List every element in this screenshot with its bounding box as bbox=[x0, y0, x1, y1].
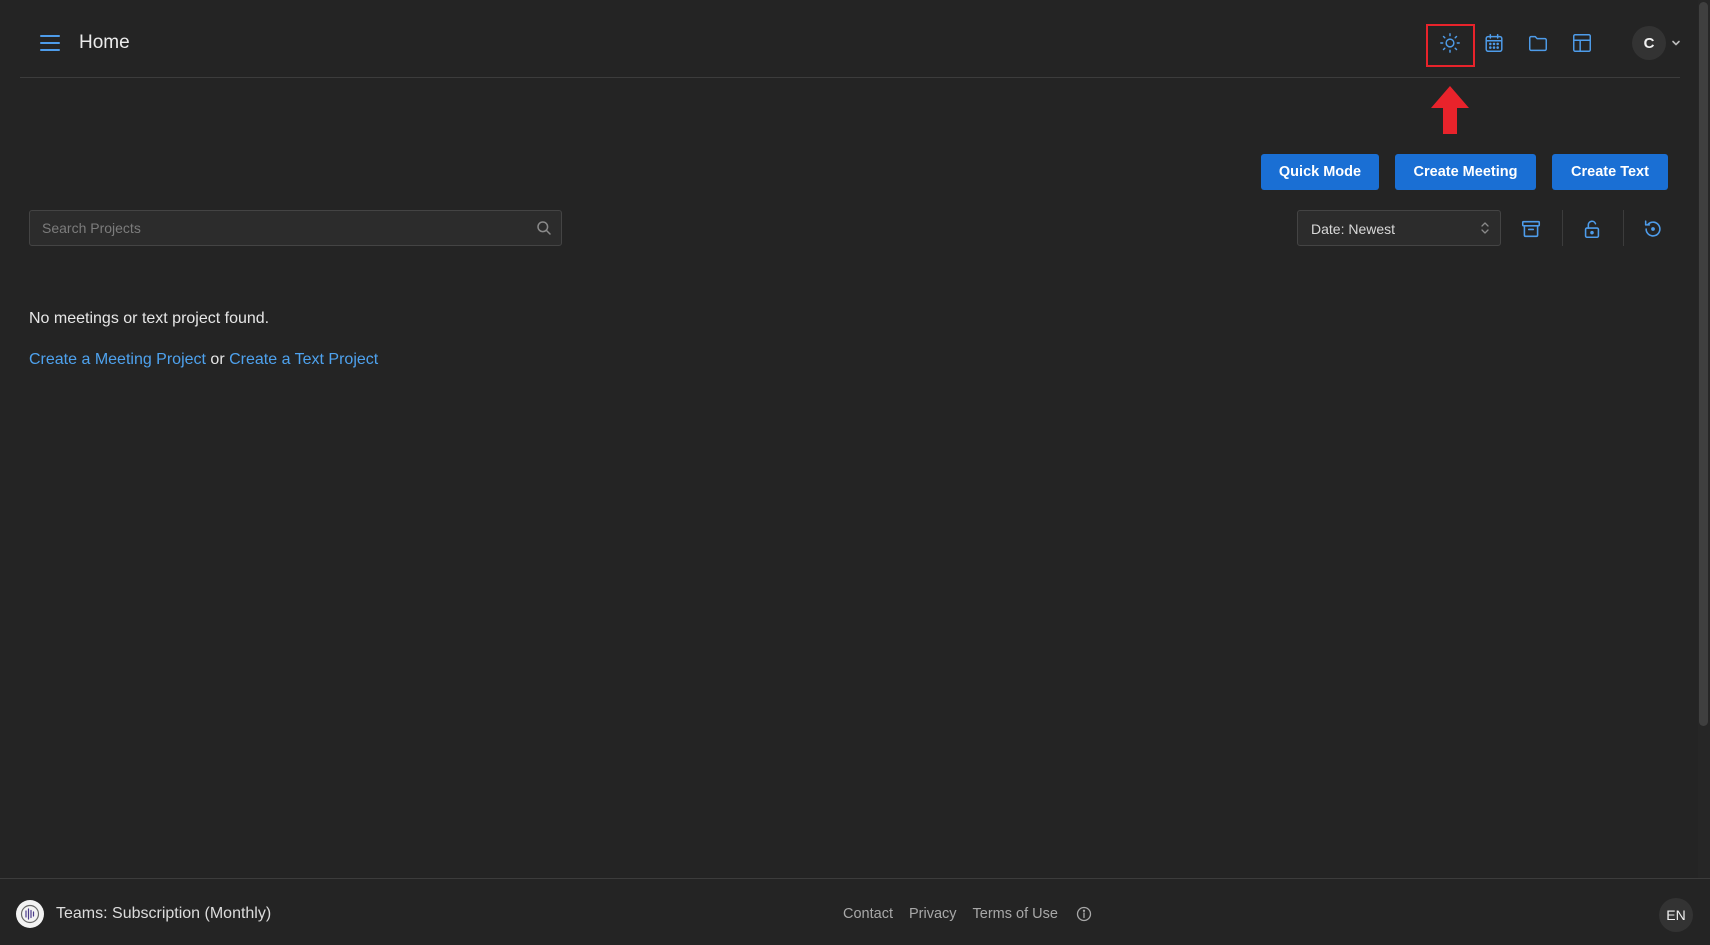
app-window: Home C Quick Mode Create Meeting Create … bbox=[0, 0, 1710, 945]
sort-selected-value: Date: Newest bbox=[1311, 221, 1396, 237]
search-box bbox=[29, 210, 562, 246]
info-icon[interactable] bbox=[1076, 906, 1092, 922]
footer: Teams: Subscription (Monthly) Contact Pr… bbox=[0, 878, 1710, 945]
menu-icon[interactable] bbox=[37, 28, 63, 58]
page-title: Home bbox=[79, 32, 130, 53]
calendar-icon[interactable] bbox=[1478, 27, 1510, 59]
create-text-project-link[interactable]: Create a Text Project bbox=[229, 351, 378, 368]
footer-links: Contact Privacy Terms of Use bbox=[843, 906, 1092, 922]
chevron-down-icon[interactable] bbox=[1670, 37, 1682, 49]
toolbar-divider bbox=[1623, 210, 1624, 246]
account-menu[interactable]: C bbox=[1632, 26, 1682, 60]
create-text-button[interactable]: Create Text bbox=[1552, 154, 1668, 190]
create-meeting-button[interactable]: Create Meeting bbox=[1395, 154, 1536, 190]
sort-select[interactable]: Date: Newest bbox=[1297, 210, 1501, 246]
chevron-updown-icon bbox=[1481, 222, 1489, 234]
terms-of-use-link[interactable]: Terms of Use bbox=[973, 906, 1058, 922]
unlock-icon[interactable] bbox=[1576, 213, 1608, 245]
search-icon[interactable] bbox=[536, 220, 552, 236]
empty-state-message: No meetings or text project found. bbox=[29, 310, 270, 327]
quick-mode-button[interactable]: Quick Mode bbox=[1261, 154, 1379, 190]
empty-state-links: Create a Meeting Project or Create a Tex… bbox=[29, 351, 378, 369]
language-button[interactable]: EN bbox=[1659, 898, 1693, 932]
subscription-plan: Teams: Subscription (Monthly) bbox=[56, 905, 272, 922]
table-icon[interactable] bbox=[1566, 27, 1598, 59]
search-input[interactable] bbox=[30, 211, 520, 245]
avatar[interactable]: C bbox=[1632, 26, 1666, 60]
archive-icon[interactable] bbox=[1515, 213, 1547, 245]
privacy-link[interactable]: Privacy bbox=[909, 906, 957, 922]
create-meeting-project-link[interactable]: Create a Meeting Project bbox=[29, 351, 206, 368]
history-icon[interactable] bbox=[1637, 213, 1669, 245]
scrollbar-thumb[interactable] bbox=[1699, 2, 1708, 726]
top-bar: Home C bbox=[20, 0, 1680, 78]
toolbar-divider bbox=[1562, 210, 1563, 246]
empty-state-connector: or bbox=[205, 351, 230, 368]
contact-link[interactable]: Contact bbox=[843, 906, 893, 922]
folder-icon[interactable] bbox=[1522, 27, 1554, 59]
annotation-arrow-icon bbox=[1431, 86, 1469, 134]
app-logo-icon bbox=[16, 900, 44, 928]
sun-icon[interactable] bbox=[1434, 27, 1466, 59]
